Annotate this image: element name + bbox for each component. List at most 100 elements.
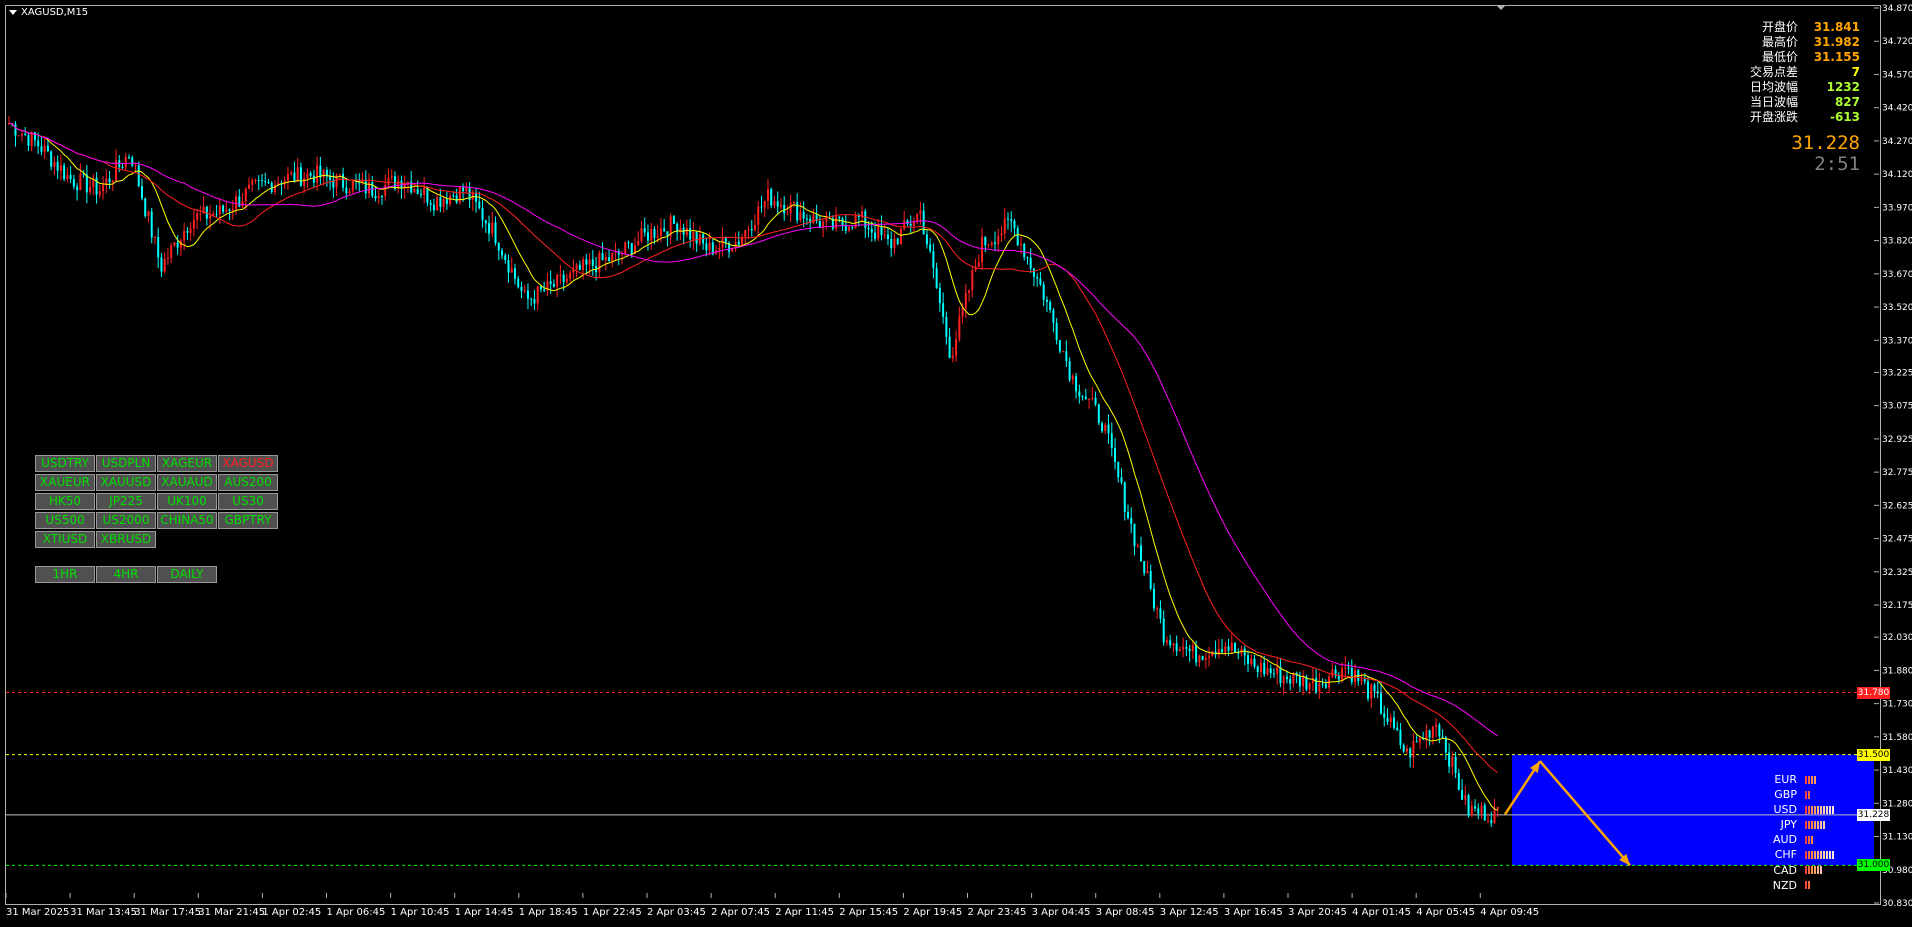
candle xyxy=(478,191,481,210)
candle-body xyxy=(1178,649,1181,652)
symbol-button-aus200[interactable]: AUS200 xyxy=(218,474,278,491)
symbol-button-xbrusd[interactable]: XBRUSD xyxy=(96,531,156,548)
strength-bar xyxy=(1823,820,1825,829)
candle-body xyxy=(1285,676,1288,680)
candle xyxy=(76,183,79,201)
info-row: 交易点差 7 xyxy=(1750,65,1860,80)
candle-body xyxy=(423,187,426,196)
candle xyxy=(458,186,461,205)
candle xyxy=(1454,751,1457,779)
strength-bar xyxy=(1820,851,1822,860)
candle xyxy=(410,170,413,195)
candle xyxy=(400,175,403,199)
candle xyxy=(1496,806,1499,818)
candle-body xyxy=(724,237,727,243)
candle xyxy=(809,214,812,233)
candle-body xyxy=(497,243,500,251)
symbol-button-usdtry[interactable]: USDTRY xyxy=(35,455,95,472)
timeframe-button-daily[interactable]: DAILY xyxy=(157,566,217,583)
info-label: 日均波幅 xyxy=(1749,80,1798,94)
candle-body xyxy=(1104,424,1107,432)
price-tag: 31.000 xyxy=(1857,859,1890,872)
candle-body xyxy=(1062,351,1065,353)
candle xyxy=(1399,722,1402,749)
symbol-button-usdpln[interactable]: USDPLN xyxy=(96,455,156,472)
candle xyxy=(202,195,205,214)
candle-body xyxy=(1490,820,1493,824)
candle-body xyxy=(1230,642,1233,651)
candle-body xyxy=(137,165,140,187)
info-value: 31.841 xyxy=(1813,20,1860,34)
candle-body xyxy=(147,211,150,217)
candle-body xyxy=(1454,756,1457,774)
candle-body xyxy=(1195,645,1198,663)
candle xyxy=(737,231,740,247)
candle xyxy=(423,176,426,204)
candle xyxy=(533,289,536,311)
candle-body xyxy=(494,222,497,244)
x-tick-label: 1 Apr 02:45 xyxy=(262,907,321,918)
candle-body xyxy=(520,286,523,291)
candle xyxy=(1198,654,1201,668)
candle-body xyxy=(338,174,341,176)
symbol-button-jp225[interactable]: JP225 xyxy=(96,493,156,510)
candle-body xyxy=(183,230,186,241)
candle xyxy=(286,166,289,191)
candle xyxy=(650,222,653,250)
candle-body xyxy=(436,197,439,211)
candle-body xyxy=(1360,679,1363,681)
symbol-button-us2000[interactable]: US2000 xyxy=(96,512,156,529)
candle xyxy=(861,205,864,223)
candle-body xyxy=(1389,717,1392,722)
symbol-button-us500[interactable]: US500 xyxy=(35,512,95,529)
symbol-button-xtiusd[interactable]: XTIUSD xyxy=(35,531,95,548)
candle xyxy=(997,228,1000,253)
timeframe-button-1hr[interactable]: 1HR xyxy=(35,566,95,583)
candle xyxy=(468,181,471,208)
candle-body xyxy=(513,268,516,279)
dropdown-triangle-icon[interactable] xyxy=(9,10,17,15)
candle-body xyxy=(1367,681,1370,699)
symbol-button-us30[interactable]: US30 xyxy=(218,493,278,510)
candle-body xyxy=(222,205,225,212)
candle xyxy=(812,208,815,225)
symbol-label[interactable]: XAGUSD,M15 xyxy=(9,7,88,18)
symbol-button-xageur[interactable]: XAGEUR xyxy=(157,455,217,472)
symbol-button-uk100[interactable]: UK100 xyxy=(157,493,217,510)
candle xyxy=(1234,642,1237,654)
candle-body xyxy=(1191,645,1194,652)
x-tick-label: 31 Mar 2025 xyxy=(6,907,69,918)
shift-marker-icon[interactable] xyxy=(1497,6,1505,10)
symbol-button-hk50[interactable]: HK50 xyxy=(35,493,95,510)
candle-body xyxy=(131,157,134,166)
candle-body xyxy=(971,270,974,291)
candle-body xyxy=(1000,233,1003,236)
symbol-button-xagusd[interactable]: XAGUSD xyxy=(218,455,278,472)
symbol-button-xauaud[interactable]: XAUAUD xyxy=(157,474,217,491)
strength-bar xyxy=(1817,851,1819,860)
candle xyxy=(1139,536,1142,562)
candle-body xyxy=(290,172,293,175)
candle xyxy=(40,135,43,156)
symbol-button-gbptry[interactable]: GBPTRY xyxy=(218,512,278,529)
strength-bar xyxy=(1832,851,1834,860)
candle-body xyxy=(176,242,179,248)
candle-body xyxy=(1435,724,1438,727)
candle-body xyxy=(731,249,734,252)
candle-body xyxy=(838,216,841,219)
symbol-button-xaueur[interactable]: XAUEUR xyxy=(35,474,95,491)
candle-body xyxy=(1023,244,1026,258)
price-chart[interactable]: 34.870 34.720 34.570 34.420 34.270 34.120 33.9… xyxy=(0,0,1912,927)
candle-body xyxy=(59,165,62,171)
symbol-button-china50[interactable]: CHINA50 xyxy=(157,512,217,529)
candle xyxy=(27,132,30,152)
candle xyxy=(848,226,851,233)
candle-body xyxy=(501,250,504,256)
x-tick-label: 4 Apr 01:45 xyxy=(1352,907,1411,918)
candle xyxy=(520,281,523,299)
symbol-button-xauusd[interactable]: XAUUSD xyxy=(96,474,156,491)
candle xyxy=(890,231,893,257)
timeframe-button-4hr[interactable]: 4HR xyxy=(96,566,156,583)
candle xyxy=(669,213,672,245)
x-tick-label: 1 Apr 10:45 xyxy=(391,907,450,918)
